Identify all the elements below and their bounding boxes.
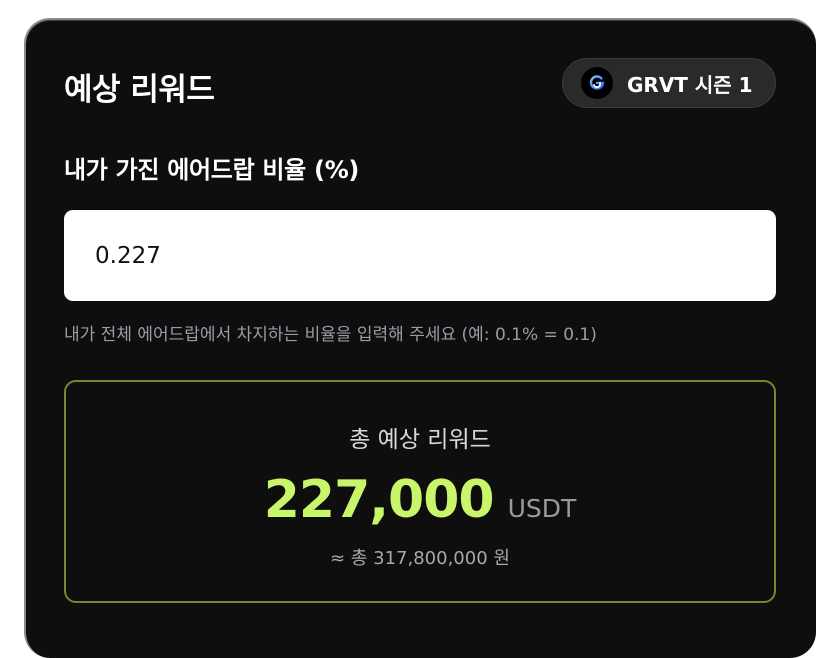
- krw-equivalent: ≈ 총 317,800,000 원: [330, 548, 510, 569]
- airdrop-ratio-input[interactable]: [64, 210, 776, 301]
- reward-card: 예상 리워드 GRVT 시즌 1 내가 가진 에어드랍 비율 (%) 내가 전체…: [24, 18, 816, 658]
- reward-amount: 227,000: [263, 470, 495, 530]
- estimated-reward-panel: 총 예상 리워드 227,000 USDT ≈ 총 317,800,000 원: [64, 380, 776, 603]
- card-title: 예상 리워드: [64, 72, 215, 108]
- reward-unit: USDT: [507, 494, 577, 523]
- ratio-field-label: 내가 가진 에어드랍 비율 (%): [64, 156, 360, 184]
- season-selector-button[interactable]: GRVT 시즌 1: [562, 58, 776, 108]
- reward-amount-row: 227,000 USDT: [66, 470, 774, 530]
- grvt-logo-icon: [581, 67, 613, 99]
- total-reward-title: 총 예상 리워드: [349, 427, 491, 453]
- season-label: GRVT 시즌 1: [627, 72, 753, 97]
- ratio-helper-text: 내가 전체 에어드랍에서 차지하는 비율을 입력해 주세요 (예: 0.1% =…: [64, 325, 597, 345]
